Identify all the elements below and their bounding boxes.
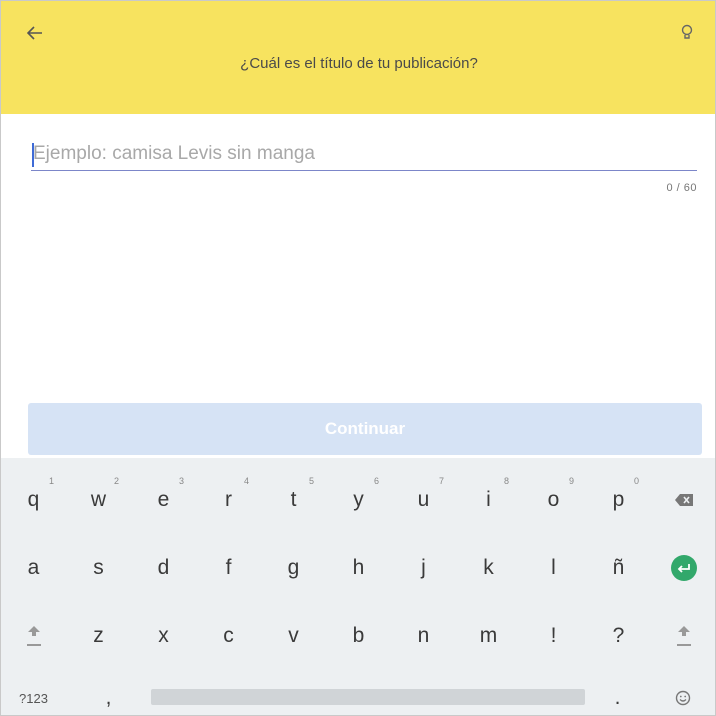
lightbulb-icon: [681, 24, 693, 39]
emoji-icon: [675, 690, 690, 706]
back-button[interactable]: [21, 19, 49, 47]
text-cursor: [32, 143, 34, 167]
key-u[interactable]: u7: [391, 470, 456, 530]
keyboard-row-2: a s d f g h j k l ñ: [1, 538, 715, 598]
key-n[interactable]: n: [391, 606, 456, 666]
key-r[interactable]: r4: [196, 470, 261, 530]
key-l[interactable]: l: [521, 538, 586, 598]
key-exclamation[interactable]: !: [521, 606, 586, 666]
backspace-icon: [674, 494, 693, 506]
key-f[interactable]: f: [196, 538, 261, 598]
key-h[interactable]: h: [326, 538, 391, 598]
comma-key[interactable]: ,: [66, 668, 151, 715]
key-z[interactable]: z: [66, 606, 131, 666]
period-key[interactable]: .: [585, 668, 650, 715]
key-m[interactable]: m: [456, 606, 521, 666]
key-b[interactable]: b: [326, 606, 391, 666]
key-p[interactable]: p0: [586, 470, 651, 530]
key-y[interactable]: y6: [326, 470, 391, 530]
arrow-left-icon: [27, 26, 42, 40]
on-screen-keyboard: q1 w2 e3 r4 t5 y6 u7 i8 o9 p0 a s d f g: [1, 458, 715, 715]
key-i[interactable]: i8: [456, 470, 521, 530]
page-title: ¿Cuál es el título de tu publicación?: [240, 55, 478, 72]
key-a[interactable]: a: [1, 538, 66, 598]
keyboard-row-3: z x c v b n m ! ?: [1, 606, 715, 666]
shift-icon: [676, 626, 691, 646]
key-e[interactable]: e3: [131, 470, 196, 530]
key-t[interactable]: t5: [261, 470, 326, 530]
header-bar: ¿Cuál es el título de tu publicación?: [1, 1, 715, 114]
key-d[interactable]: d: [131, 538, 196, 598]
key-c[interactable]: c: [196, 606, 261, 666]
symbols-key[interactable]: ?123: [1, 668, 66, 715]
character-counter: 0 / 60: [666, 182, 697, 194]
shift-key-right[interactable]: [651, 606, 715, 666]
key-enye[interactable]: ñ: [586, 538, 651, 598]
key-s[interactable]: s: [66, 538, 131, 598]
publication-title-input[interactable]: [31, 139, 697, 171]
enter-icon: [670, 555, 697, 581]
key-question[interactable]: ?: [586, 606, 651, 666]
key-w[interactable]: w2: [66, 470, 131, 530]
enter-key[interactable]: [651, 538, 715, 598]
hint-button[interactable]: [673, 19, 701, 47]
shift-icon: [26, 626, 41, 646]
emoji-key[interactable]: [650, 668, 715, 715]
shift-key-left[interactable]: [1, 606, 66, 666]
key-g[interactable]: g: [261, 538, 326, 598]
app-screen: ¿Cuál es el título de tu publicación? 0 …: [0, 0, 716, 716]
space-key[interactable]: [151, 689, 585, 705]
key-j[interactable]: j: [391, 538, 456, 598]
key-o[interactable]: o9: [521, 470, 586, 530]
continue-button[interactable]: Continuar: [28, 403, 702, 455]
key-v[interactable]: v: [261, 606, 326, 666]
key-x[interactable]: x: [131, 606, 196, 666]
key-k[interactable]: k: [456, 538, 521, 598]
keyboard-row-1: q1 w2 e3 r4 t5 y6 u7 i8 o9 p0: [1, 470, 715, 530]
backspace-key[interactable]: [651, 470, 715, 530]
key-q[interactable]: q1: [1, 470, 66, 530]
